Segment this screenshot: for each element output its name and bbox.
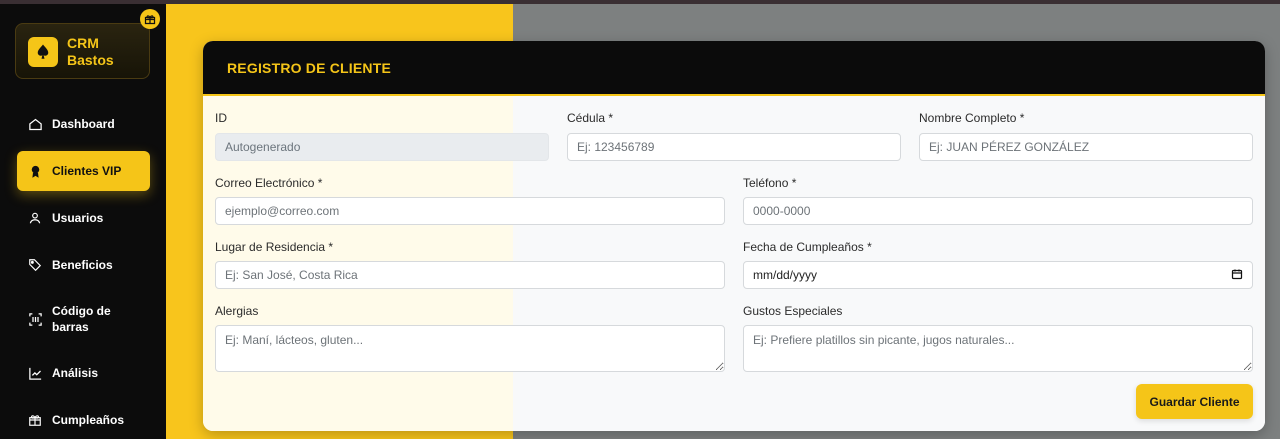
sidebar-item-analisis[interactable]: Análisis <box>17 362 150 384</box>
barcode-scan-icon <box>26 310 44 328</box>
nombre-label: Nombre Completo * <box>919 111 1025 125</box>
telefono-label: Teléfono * <box>743 176 797 190</box>
sidebar-item-beneficios[interactable]: Beneficios <box>17 254 150 276</box>
chart-line-icon <box>26 364 44 382</box>
cumple-label: Fecha de Cumpleaños * <box>743 240 872 254</box>
alergias-textarea[interactable] <box>215 325 725 372</box>
id-label: ID <box>215 111 227 125</box>
correo-label: Correo Electrónico * <box>215 176 323 190</box>
sidebar-item-label: Usuarios <box>52 211 104 225</box>
brand-line1: CRM <box>67 35 99 51</box>
birthday-date-input[interactable]: mm/dd/yyyy <box>743 261 1253 289</box>
window-top-border <box>0 0 1280 4</box>
sidebar-item-codigo-barras[interactable]: Código de barras <box>17 302 150 336</box>
card-title: REGISTRO DE CLIENTE <box>227 60 392 76</box>
cedula-input[interactable] <box>567 133 901 161</box>
client-registration-card: REGISTRO DE CLIENTE ID Cédula * Nombre C… <box>203 41 1265 431</box>
spade-icon <box>28 37 58 67</box>
sidebar-item-clientes-vip[interactable]: Clientes VIP <box>17 151 150 191</box>
residencia-input[interactable] <box>215 261 725 289</box>
alergias-label: Alergias <box>215 304 259 318</box>
gustos-label: Gustos Especiales <box>743 304 843 318</box>
sidebar-item-label: Beneficios <box>52 258 113 272</box>
telefono-input[interactable] <box>743 197 1253 225</box>
home-icon <box>26 115 44 133</box>
sidebar: CRM Bastos Dashboard Clientes VIP Usuari… <box>0 0 166 439</box>
sidebar-item-label: Dashboard <box>52 117 115 131</box>
sidebar-item-label: Código de barras <box>52 304 111 334</box>
sidebar-item-dashboard[interactable]: Dashboard <box>17 113 150 135</box>
sidebar-item-usuarios[interactable]: Usuarios <box>17 207 150 229</box>
gustos-textarea[interactable] <box>743 325 1253 372</box>
gift-icon <box>26 411 44 429</box>
calendar-icon[interactable] <box>1231 268 1243 283</box>
user-icon <box>26 209 44 227</box>
residencia-label: Lugar de Residencia * <box>215 240 334 254</box>
brand-logo[interactable]: CRM Bastos <box>15 23 150 79</box>
brand-line2: Bastos <box>67 52 114 68</box>
id-field <box>215 133 549 161</box>
brand-name: CRM Bastos <box>67 35 114 69</box>
tag-icon <box>26 256 44 274</box>
sidebar-item-label: Cumpleaños <box>52 413 125 427</box>
card-header: REGISTRO DE CLIENTE <box>203 41 1265 96</box>
gift-icon[interactable] <box>140 9 160 29</box>
nombre-input[interactable] <box>919 133 1253 161</box>
save-client-button[interactable]: Guardar Cliente <box>1136 384 1253 419</box>
sidebar-item-label: Clientes VIP <box>52 164 122 178</box>
correo-input[interactable] <box>215 197 725 225</box>
cedula-label: Cédula * <box>567 111 614 125</box>
date-value: mm/dd/yyyy <box>753 268 818 282</box>
sidebar-item-cumpleanos[interactable]: Cumpleaños <box>17 409 150 431</box>
award-icon <box>26 162 44 180</box>
sidebar-item-label: Análisis <box>52 366 99 380</box>
